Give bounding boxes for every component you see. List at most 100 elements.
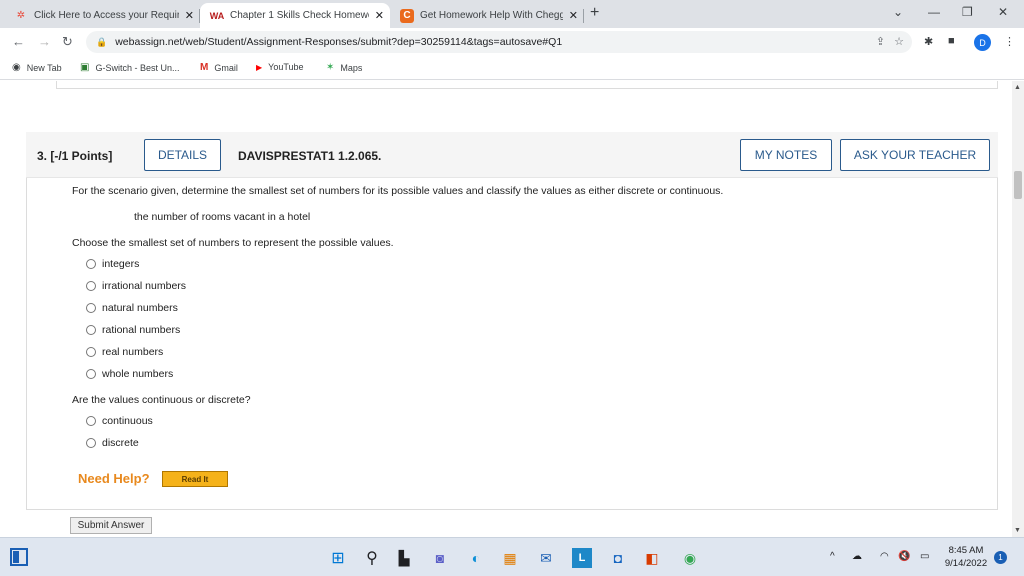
restore-icon[interactable]: ❐ [962,5,973,19]
radio-button[interactable] [86,347,96,357]
outlook-icon[interactable]: ◘ [608,548,628,568]
share-bookmark-icons[interactable]: ⇪ ☆ [876,35,904,48]
option-label: real numbers [102,346,164,358]
reload-icon[interactable]: ↻ [62,34,73,50]
my-notes-button[interactable]: MY NOTES [740,139,832,171]
back-arrow-icon[interactable]: ← [12,34,25,49]
windows-start-icon[interactable]: ⊞ [328,548,348,568]
bookmark-new-tab[interactable]: ◉ New Tab [12,62,62,73]
office-icon[interactable]: ◧ [642,548,662,568]
radio-button[interactable] [86,416,96,426]
tab-webassign-homework[interactable]: WA Chapter 1 Skills Check Homewor ✕ [200,3,390,28]
launcher-l-icon[interactable]: L [572,548,592,568]
lock-icon: 🔒 [96,36,108,47]
details-button[interactable]: DETAILS [144,139,221,171]
tab-wamap-access[interactable]: ✲ Click Here to Access your Require ✕ [4,3,200,28]
profile-avatar[interactable]: D [974,34,991,51]
gmail-icon: M [200,62,209,73]
part2-prompt: Are the values continuous or discrete? [72,394,251,406]
option-label: irrational numbers [102,280,187,292]
option-label: whole numbers [102,368,174,380]
chegg-favicon-icon: C [400,8,414,23]
extensions-puzzle-icon[interactable]: ✱ [924,35,933,48]
bookmark-maps[interactable]: ✶ Maps [326,62,362,73]
bookmarks-bar: ◉ New Tab ▣ G-Switch - Best Un... M Gmai… [0,56,1024,80]
submit-answer-button[interactable]: Submit Answer [70,517,152,534]
window-close-icon[interactable]: ✕ [998,5,1008,19]
question-header: 3. [-/1 Points] DETAILS DAVISPRESTAT1 1.… [26,132,998,178]
scroll-thumb[interactable] [1014,171,1022,199]
edge-browser-icon[interactable]: ◐ [466,548,486,568]
radio-button[interactable] [86,259,96,269]
option-continuous[interactable]: continuous [86,415,153,427]
bookmark-label: G-Switch - Best Un... [95,62,180,73]
option-rational-numbers[interactable]: rational numbers [86,324,180,336]
part1-prompt: Choose the smallest set of numbers to re… [72,237,394,249]
option-irrational-numbers[interactable]: irrational numbers [86,280,186,292]
kebab-menu-icon[interactable]: ⋮ [1004,35,1015,48]
tab-title: Chapter 1 Skills Check Homewor [230,10,369,21]
onedrive-icon[interactable]: ☁ [852,551,862,562]
scroll-up-icon[interactable]: ▲ [1014,84,1021,91]
minimize-icon[interactable]: — [928,5,940,19]
store-icon[interactable]: ▦ [500,548,520,568]
bookmark-youtube[interactable]: ▶ YouTube [256,62,304,72]
ask-your-teacher-button[interactable]: ASK YOUR TEACHER [840,139,990,171]
address-bar[interactable]: 🔒 webassign.net/web/Student/Assignment-R… [86,31,912,53]
tab-title: Click Here to Access your Require [34,10,179,21]
system-clock[interactable]: 8:45 AM 9/14/2022 [936,544,996,570]
radio-button[interactable] [86,303,96,313]
option-label: integers [102,258,140,270]
bookmark-g-switch[interactable]: ▣ G-Switch - Best Un... [80,62,179,73]
radio-button[interactable] [86,281,96,291]
side-panel-icon[interactable]: ■ [948,35,955,47]
tab-close-icon[interactable]: ✕ [569,9,578,22]
radio-button[interactable] [86,369,96,379]
option-label: continuous [102,415,153,427]
widgets-icon[interactable]: ▙ [394,548,414,568]
bookmark-label: YouTube [268,62,304,72]
page-content: 3. [-/1 Points] DETAILS DAVISPRESTAT1 1.… [0,81,1012,537]
mail-icon[interactable]: ✉ [536,548,556,568]
task-view-icon[interactable] [10,548,28,566]
volume-muted-icon[interactable]: 🔇 [898,551,910,562]
bookmark-gmail[interactable]: M Gmail [200,62,238,73]
windows-taskbar: ⊞ ⚲ ▙ ◙ ◐ ▦ ✉ L ◘ ◧ ◉ ^ ☁ ◠ 🔇 ▭ 8:45 AM … [0,537,1024,576]
chrome-icon[interactable]: ◉ [680,548,700,568]
clock-date: 9/14/2022 [944,558,988,569]
bookmark-label: New Tab [26,62,62,73]
scroll-down-icon[interactable]: ▼ [1014,527,1021,534]
tab-close-icon[interactable]: ✕ [375,9,384,22]
previous-question-box [56,81,998,89]
clock-time: 8:45 AM [948,545,984,556]
read-it-button[interactable]: Read It [162,471,228,487]
radio-button[interactable] [86,438,96,448]
tab-search-chevron-icon[interactable]: ⌄ [893,5,903,19]
tray-overflow-icon[interactable]: ^ [830,551,835,562]
bookmark-label: Maps [340,62,363,73]
search-icon[interactable]: ⚲ [362,548,382,568]
url-text: webassign.net/web/Student/Assignment-Res… [115,36,563,48]
option-real-numbers[interactable]: real numbers [86,346,163,358]
tab-strip: ✲ Click Here to Access your Require ✕ WA… [0,0,1024,28]
option-natural-numbers[interactable]: natural numbers [86,302,178,314]
webassign-favicon-icon: WA [209,10,225,21]
tab-chegg[interactable]: C Get Homework Help With Chegg ✕ [390,3,584,28]
wifi-icon[interactable]: ◠ [880,551,889,562]
tab-close-icon[interactable]: ✕ [185,9,194,22]
gswitch-icon: ▣ [80,62,90,73]
option-whole-numbers[interactable]: whole numbers [86,368,173,380]
page-scrollbar[interactable]: ▲ ▼ [1012,81,1024,537]
battery-icon[interactable]: ▭ [920,551,929,562]
radio-button[interactable] [86,325,96,335]
teams-chat-icon[interactable]: ◙ [430,548,450,568]
new-tab-button[interactable]: + [590,4,599,22]
scenario-text: the number of rooms vacant in a hotel [134,211,311,223]
bookmark-label: Gmail [214,62,238,73]
option-integers[interactable]: integers [86,258,139,270]
browser-toolbar: ← → ↻ 🔒 webassign.net/web/Student/Assign… [0,28,1024,56]
notification-badge[interactable]: 1 [994,551,1007,564]
option-discrete[interactable]: discrete [86,437,139,449]
forward-arrow-icon[interactable]: → [38,34,51,49]
wamap-favicon-icon: ✲ [16,10,26,21]
